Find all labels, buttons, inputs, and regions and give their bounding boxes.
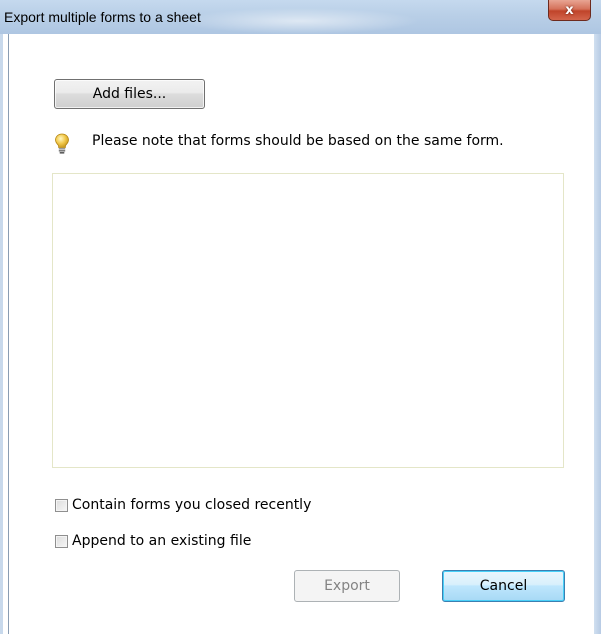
- title-bar[interactable]: Export multiple forms to a sheet x: [0, 0, 601, 34]
- contain-recent-checkbox[interactable]: [55, 498, 68, 512]
- lightbulb-icon: [55, 133, 69, 154]
- close-icon: x: [565, 2, 574, 18]
- dialog-body: Add files... Please note that forms shou…: [9, 34, 594, 634]
- cancel-button[interactable]: Cancel: [442, 570, 565, 602]
- title-bar-glow: [180, 8, 420, 34]
- window-frame-right: [594, 34, 601, 634]
- file-list[interactable]: [52, 173, 564, 468]
- contain-recent-label[interactable]: Contain forms you closed recently: [72, 497, 311, 513]
- note-text: Please note that forms should be based o…: [92, 133, 504, 149]
- append-existing-option[interactable]: Append to an existing file: [55, 532, 251, 550]
- export-dialog: Export multiple forms to a sheet x Add f…: [0, 0, 601, 634]
- window-frame-left: [0, 34, 3, 634]
- append-existing-label[interactable]: Append to an existing file: [72, 533, 251, 549]
- window-title: Export multiple forms to a sheet: [4, 9, 201, 25]
- add-files-button[interactable]: Add files...: [54, 79, 205, 109]
- contain-recent-option[interactable]: Contain forms you closed recently: [55, 496, 311, 514]
- export-button[interactable]: Export: [294, 570, 400, 602]
- close-button[interactable]: x: [548, 0, 591, 21]
- append-existing-checkbox[interactable]: [55, 534, 68, 548]
